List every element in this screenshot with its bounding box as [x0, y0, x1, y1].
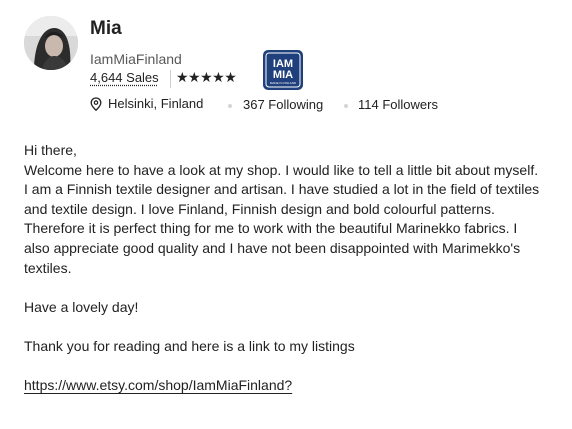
bio-thanks: Thank you for reading and here is a link… [24, 337, 355, 354]
badge-text-2: MIA [273, 69, 293, 81]
location-text: Helsinki, Finland [108, 96, 204, 111]
bio-spacer [24, 278, 544, 298]
star-rating[interactable]: ★★★★★ [176, 70, 237, 86]
sales-count-link[interactable]: 4,644 Sales [90, 70, 159, 85]
bio-greeting: Hi there, [24, 142, 77, 158]
bio-farewell: Have a lovely day! [24, 298, 139, 315]
bio-description: I am a Finnish textile designer and arti… [24, 181, 544, 276]
profile-name: Mia [90, 18, 122, 39]
divider [170, 70, 171, 88]
bio-spacer [24, 357, 544, 377]
shop-name-link[interactable]: IamMiaFinland [90, 51, 182, 67]
shop-logo-badge[interactable]: IAM MIA MADE IN FINLAND [263, 50, 303, 90]
about-text: Hi there, Welcome here to have a look at… [24, 141, 544, 396]
shop-listings-link[interactable]: https://www.etsy.com/shop/IamMiaFinland? [24, 377, 292, 393]
shop-logo-icon: IAM MIA MADE IN FINLAND [265, 52, 301, 88]
separator-dot [228, 104, 232, 108]
bio-welcome: Welcome here to have a look at my shop. … [24, 161, 539, 178]
avatar-photo [24, 16, 78, 70]
location-pin-icon [90, 97, 102, 111]
bio-spacer [24, 317, 544, 337]
avatar[interactable] [24, 16, 78, 70]
separator-dot [344, 104, 348, 108]
followers-link[interactable]: 114 Followers [358, 97, 438, 112]
badge-text-3: MADE IN FINLAND [270, 81, 297, 85]
following-link[interactable]: 367 Following [243, 97, 323, 112]
